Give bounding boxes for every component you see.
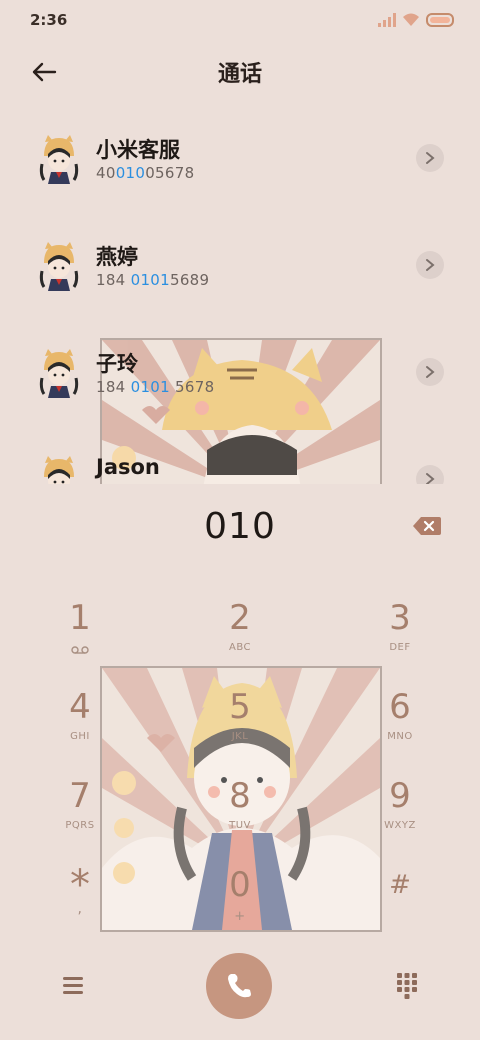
- signal-icon: [378, 13, 396, 27]
- contact-detail-button[interactable]: [416, 251, 444, 279]
- header: 通话: [0, 40, 480, 104]
- contact-number: 184 0101 5678: [96, 378, 215, 396]
- contact-name: 燕婷: [96, 245, 138, 269]
- chevron-right-icon: [426, 152, 435, 164]
- chevron-right-icon: [426, 473, 435, 484]
- contact-detail-button[interactable]: [416, 358, 444, 386]
- backspace-icon[interactable]: [412, 514, 442, 538]
- contact-detail-button[interactable]: [416, 465, 444, 484]
- key-star[interactable]: * ,: [30, 863, 130, 943]
- contact-name: 小米客服: [96, 138, 180, 162]
- key-3[interactable]: 3 DEF: [350, 596, 450, 676]
- page-title: 通话: [217, 62, 262, 87]
- status-icons: [378, 12, 454, 28]
- chevron-right-icon: [426, 366, 435, 378]
- contact-number: 184 01015689: [96, 271, 210, 289]
- key-0[interactable]: 0 +: [190, 863, 290, 943]
- contact-row[interactable]: 燕婷 184 01015689: [0, 211, 480, 318]
- contact-name: 子玲: [96, 352, 138, 376]
- wifi-icon: [403, 13, 419, 26]
- menu-icon[interactable]: [58, 972, 88, 998]
- key-2[interactable]: 2 ABC: [190, 596, 290, 676]
- avatar-icon: [39, 135, 79, 184]
- battery-icon: [426, 13, 454, 27]
- key-5[interactable]: 5 JKL: [190, 685, 290, 765]
- contact-row[interactable]: 子玲 184 0101 5678: [0, 318, 480, 425]
- dial-keypad: 1 2 ABC 3 DEF 4 GHI 5 JKL 6 MNO 7 PQRS 8…: [0, 590, 480, 932]
- dial-display: 010: [0, 500, 480, 560]
- status-time: 2:36: [30, 11, 68, 29]
- match-highlight: 010: [115, 164, 146, 182]
- phone-icon: [228, 974, 251, 998]
- key-4[interactable]: 4 GHI: [30, 685, 130, 765]
- key-1[interactable]: 1: [30, 596, 130, 676]
- contact-name: Jason: [96, 455, 160, 479]
- key-7[interactable]: 7 PQRS: [30, 774, 130, 854]
- key-8[interactable]: 8 TUV: [190, 774, 290, 854]
- call-button[interactable]: [206, 953, 272, 1019]
- dialpad-icon[interactable]: [392, 970, 422, 1000]
- match-highlight: 0101: [130, 271, 170, 289]
- avatar-icon: [39, 349, 79, 398]
- contact-detail-button[interactable]: [416, 144, 444, 172]
- avatar-icon: [39, 242, 79, 291]
- dialed-number: 010: [204, 506, 276, 547]
- contact-list[interactable]: 小米客服 4001005678 燕婷 184 01015689 子玲 184 0…: [0, 104, 480, 484]
- contact-number: 4001005678: [96, 164, 195, 182]
- key-hash[interactable]: #: [350, 863, 450, 943]
- contact-row[interactable]: 小米客服 4001005678: [0, 104, 480, 211]
- match-highlight: 0101: [130, 378, 170, 396]
- status-bar: 2:36: [0, 0, 480, 40]
- voicemail-icon: [71, 646, 89, 654]
- key-9[interactable]: 9 WXYZ: [350, 774, 450, 854]
- chevron-right-icon: [426, 259, 435, 271]
- contact-row[interactable]: Jason: [0, 425, 480, 484]
- bottom-bar: [0, 950, 480, 1020]
- avatar-icon: [44, 456, 74, 484]
- key-6[interactable]: 6 MNO: [350, 685, 450, 765]
